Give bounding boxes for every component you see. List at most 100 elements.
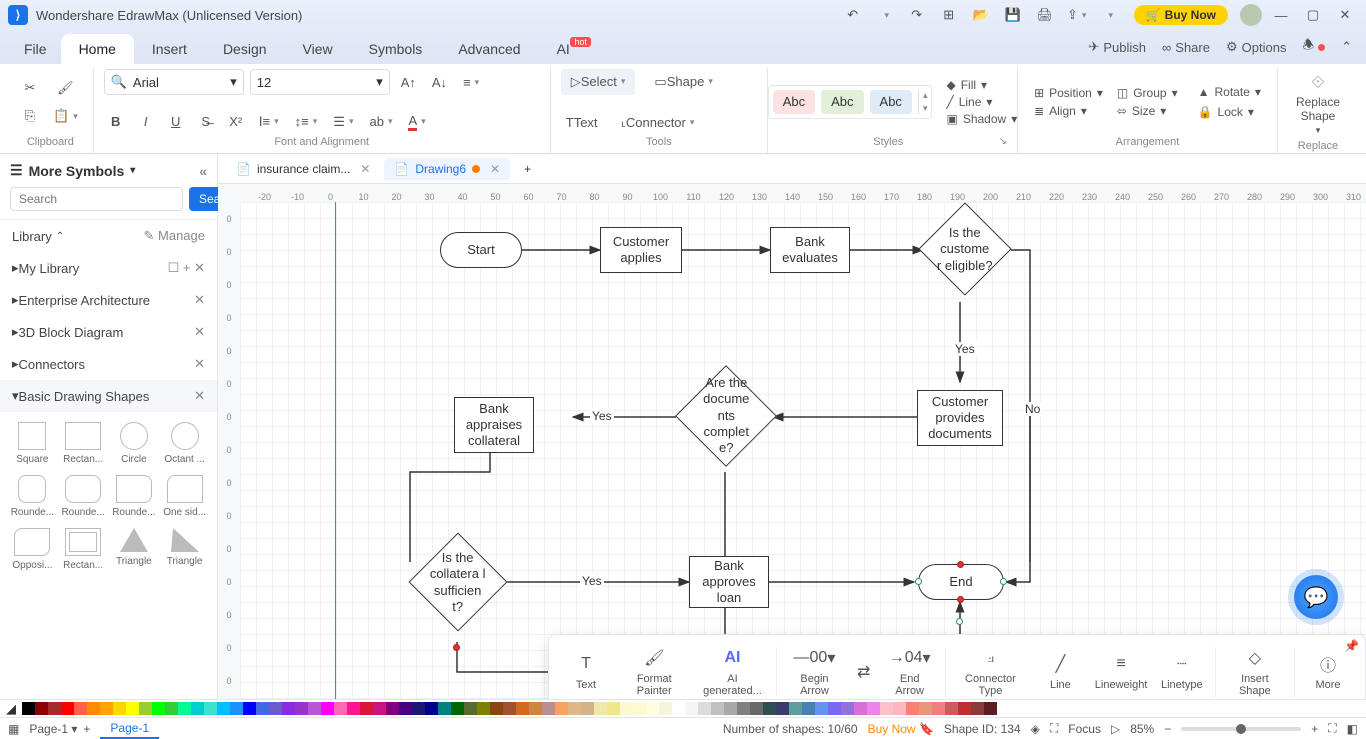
page-select[interactable]: Page-1 ▾ [29, 722, 77, 736]
size-button[interactable]: ⬄ Size▾ [1117, 104, 1178, 118]
color-swatch[interactable] [984, 702, 997, 715]
strikethrough-icon[interactable]: S̶ [194, 109, 218, 135]
print-icon[interactable]: 🖨 [1032, 2, 1058, 28]
play-icon[interactable]: ▷ [1111, 722, 1120, 736]
node-docs-complete[interactable]: Are the docume nts complet e? [675, 365, 777, 467]
font-color-icon[interactable]: A [403, 109, 430, 135]
color-swatch[interactable] [724, 702, 737, 715]
color-swatch[interactable] [360, 702, 373, 715]
shape-opposite[interactable]: Opposi... [8, 524, 57, 575]
node-bank-appraises[interactable]: Bank appraises collateral [454, 397, 534, 453]
shape-rect-inset[interactable]: Rectan... [59, 524, 108, 575]
color-swatch[interactable] [295, 702, 308, 715]
color-swatch[interactable] [74, 702, 87, 715]
manage-button[interactable]: ✎ Manage [144, 228, 206, 244]
doc-tab-drawing6[interactable]: 📄 Drawing6✕ [384, 158, 510, 180]
node-provides-docs[interactable]: Customer provides documents [917, 390, 1003, 446]
layers-icon[interactable]: ◈ [1031, 722, 1040, 736]
redo-icon[interactable]: ↷ [904, 2, 930, 28]
color-swatch[interactable] [919, 702, 932, 715]
node-start[interactable]: Start [440, 232, 522, 268]
search-input[interactable] [10, 187, 183, 211]
color-swatch[interactable] [932, 702, 945, 715]
ft-connector-type[interactable]: ⟓Connector Type [949, 643, 1031, 699]
fullscreen-icon[interactable]: ⛶ [1328, 721, 1336, 736]
tab-design[interactable]: Design [205, 34, 285, 64]
color-swatch[interactable] [256, 702, 269, 715]
lib-connectors[interactable]: ▸ Connectors✕ [0, 348, 217, 380]
bullets-icon[interactable]: ☰ [328, 109, 358, 135]
shape-tool[interactable]: ▭ Shape [649, 69, 717, 95]
color-swatch[interactable] [425, 702, 438, 715]
color-swatch[interactable] [451, 702, 464, 715]
selection-handle[interactable] [1000, 578, 1007, 585]
color-swatch[interactable] [230, 702, 243, 715]
node-bank-evaluates[interactable]: Bank evaluates [770, 227, 850, 273]
page-list-icon[interactable]: ▦ [8, 722, 19, 736]
line-spacing-icon[interactable]: ↕≡ [290, 109, 323, 135]
color-swatch[interactable] [711, 702, 724, 715]
tab-close-icon[interactable]: ✕ [490, 162, 500, 176]
style-down[interactable]: ▾ [923, 103, 928, 114]
shape-one-side[interactable]: One sid... [160, 471, 209, 522]
styles-launcher-icon[interactable]: ↘ [999, 136, 1007, 148]
zoom-out-icon[interactable]: − [1164, 722, 1171, 736]
color-swatch[interactable] [152, 702, 165, 715]
select-tool[interactable]: ▷ Select [561, 69, 636, 95]
font-family-combo[interactable]: 🔍 Arial▾ [104, 69, 244, 95]
canvas[interactable]: Start Customer applies Bank evaluates Is… [240, 202, 1366, 699]
color-swatch[interactable] [971, 702, 984, 715]
ft-swap-icon[interactable]: ⇄ [849, 643, 879, 699]
tab-home[interactable]: Home [61, 34, 134, 64]
case-icon[interactable]: ab [364, 109, 397, 135]
lib-basic-shapes[interactable]: ▾ Basic Drawing Shapes✕ [0, 380, 217, 412]
color-swatch[interactable] [945, 702, 958, 715]
color-swatch[interactable] [334, 702, 347, 715]
maximize-icon[interactable]: ▢ [1300, 2, 1326, 28]
color-swatch[interactable] [243, 702, 256, 715]
color-swatch[interactable] [568, 702, 581, 715]
panels-icon[interactable]: ◧ [1347, 722, 1358, 736]
color-swatch[interactable] [737, 702, 750, 715]
close-icon[interactable]: ✕ [1332, 2, 1358, 28]
color-swatch[interactable] [815, 702, 828, 715]
color-swatch[interactable] [347, 702, 360, 715]
color-swatch[interactable] [308, 702, 321, 715]
ft-begin-arrow[interactable]: — 00 ▾Begin Arrow [780, 643, 848, 699]
tab-file[interactable]: File [10, 34, 61, 64]
node-is-eligible[interactable]: Is the custome r eligible? [918, 202, 1011, 295]
eyedropper-icon[interactable]: ◢ [6, 701, 16, 717]
collapse-sidebar-icon[interactable]: « [199, 163, 207, 179]
page-tab-1[interactable]: Page-1 [100, 719, 159, 739]
color-swatch[interactable] [763, 702, 776, 715]
copy-icon[interactable]: ⎘ [18, 103, 42, 129]
tab-symbols[interactable]: Symbols [351, 34, 441, 64]
ft-insert-shape[interactable]: ◇Insert Shape [1220, 643, 1291, 699]
node-collateral-sufficient[interactable]: Is the collatera l sufficien t? [409, 533, 508, 632]
align-button[interactable]: ≣ Align▾ [1034, 104, 1103, 118]
doc-tab-insurance[interactable]: 📄 insurance claim...✕ [226, 158, 380, 180]
cut-icon[interactable]: ✂ [18, 75, 42, 101]
lib-close-icon[interactable]: ✕ [194, 260, 205, 275]
color-swatch[interactable] [100, 702, 113, 715]
lib-close-icon[interactable]: ✕ [194, 292, 205, 308]
collapse-ribbon-icon[interactable]: ⌃ [1341, 39, 1352, 55]
color-swatch[interactable] [191, 702, 204, 715]
replace-shape-button[interactable]: ⟐Replace Shape▾ [1288, 68, 1348, 140]
lock-button[interactable]: 🔒 Lock▾ [1198, 105, 1261, 119]
color-swatch[interactable] [217, 702, 230, 715]
undo-dropdown[interactable] [872, 2, 898, 28]
color-swatch[interactable] [139, 702, 152, 715]
bold-icon[interactable]: B [104, 109, 128, 135]
increase-font-icon[interactable]: A↑ [396, 69, 421, 95]
color-swatch[interactable] [659, 702, 672, 715]
tab-ai[interactable]: AIhot [539, 34, 588, 64]
color-swatch[interactable] [672, 702, 685, 715]
shape-rectangle[interactable]: Rectan... [59, 418, 108, 469]
options-button[interactable]: ⚙ Options [1226, 39, 1286, 55]
fill-button[interactable]: ◆ Fill ▾ [946, 78, 1017, 92]
ft-lineweight[interactable]: ≡Lineweight [1089, 643, 1152, 699]
shape-rounded-1[interactable]: Rounde... [8, 471, 57, 522]
format-painter-icon[interactable]: 🖌 [48, 75, 83, 101]
color-swatch[interactable] [542, 702, 555, 715]
